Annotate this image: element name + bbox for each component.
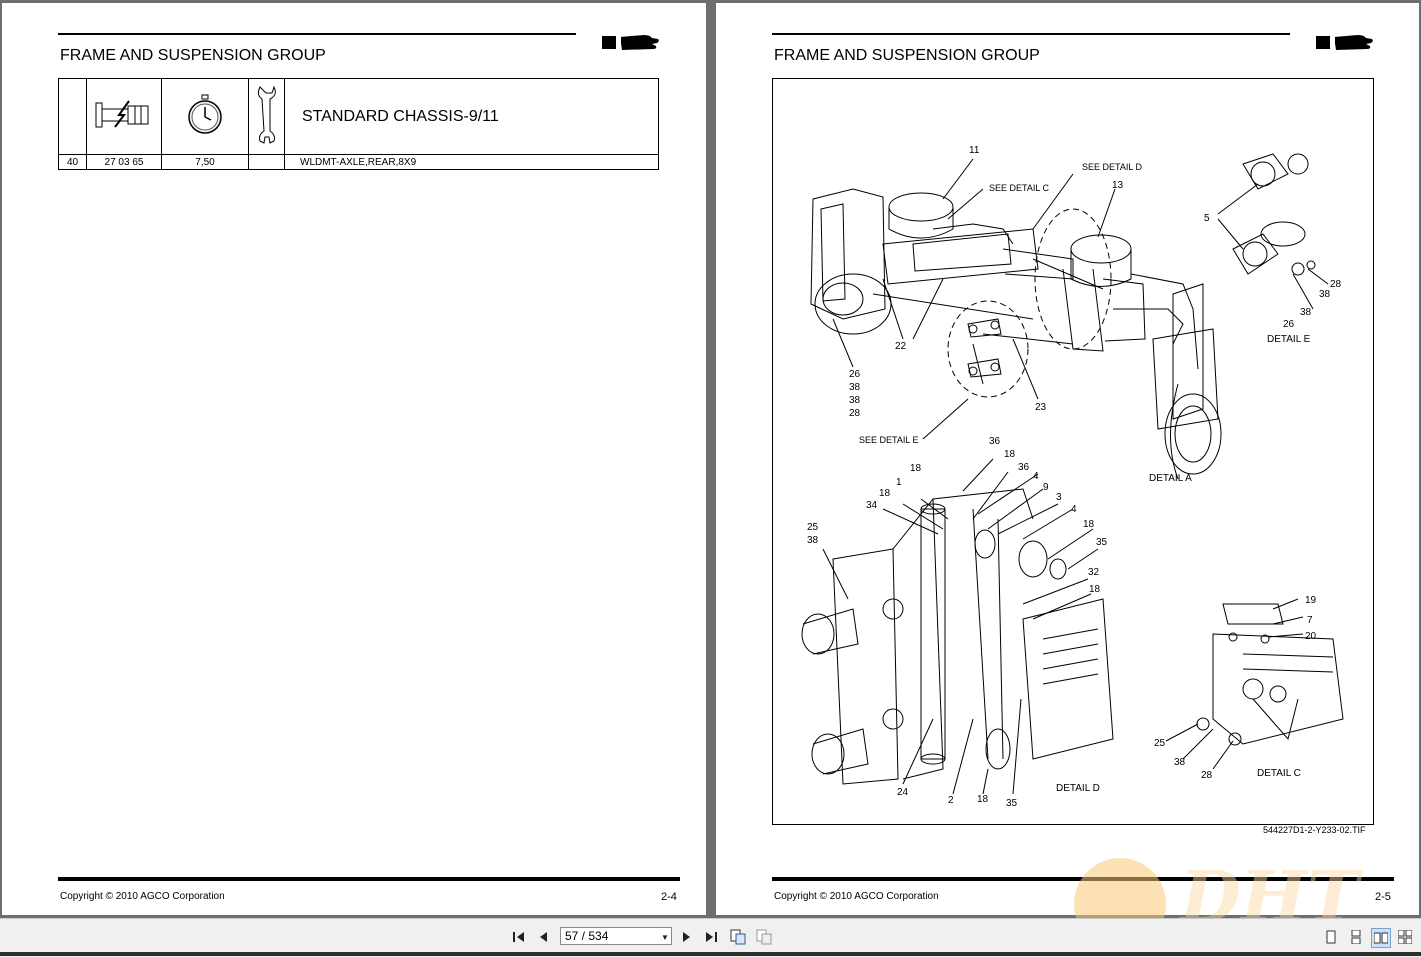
part-number-cell: 27 03 65 (86, 154, 162, 170)
callout-d-32: 32 (1088, 567, 1100, 578)
figure-id: 544227D1-2-Y233-02.TIF (1263, 825, 1366, 835)
callout-c-19: 19 (1305, 595, 1317, 606)
table-heading: STANDARD CHASSIS-9/11 (284, 78, 659, 155)
callout-c-20: 20 (1305, 631, 1317, 642)
callout-d-1: 1 (896, 477, 902, 488)
time-header-cell (161, 78, 249, 155)
callout-stack-26: 26 (849, 369, 861, 380)
continuous-view-icon[interactable] (1347, 928, 1365, 946)
callout-d-25: 25 (807, 522, 819, 533)
right-page: FRAME AND SUSPENSION GROUP 11 SEE DETAIL… (716, 3, 1419, 915)
callout-d-4b: 4 (1071, 504, 1077, 515)
callout-c-25: 25 (1154, 738, 1166, 749)
first-page-icon[interactable] (510, 928, 528, 946)
callout-stack-38b: 38 (849, 395, 861, 406)
facing-view-icon[interactable] (1371, 928, 1391, 948)
callout-stack-38: 38 (849, 382, 861, 393)
hand-logo-icon (1316, 35, 1373, 50)
detail-a-label: DETAIL A (1149, 473, 1192, 484)
callout-e-38b: 38 (1300, 307, 1312, 318)
callout-d-18b: 18 (910, 463, 922, 474)
page-dropdown-icon[interactable]: ▼ (659, 929, 671, 945)
single-page-view-icon[interactable] (1322, 928, 1340, 946)
see-detail-c-label: SEE DETAIL C (989, 183, 1050, 193)
callout-c-38: 38 (1174, 757, 1186, 768)
callout-d-18c: 18 (879, 488, 891, 499)
callout-d-18d: 18 (1083, 519, 1095, 530)
callout-e-38a: 38 (1319, 289, 1331, 300)
description-cell: WLDMT-AXLE,REAR,8X9 (284, 154, 659, 170)
callout-d-3: 3 (1056, 492, 1062, 503)
time-cell: 7,50 (161, 154, 249, 170)
callout-d-18f: 18 (977, 794, 989, 805)
callout-d-36b: 36 (1018, 462, 1030, 473)
detail-c-label: DETAIL C (1257, 768, 1301, 779)
callout-d-9: 9 (1043, 482, 1049, 493)
callout-e-28: 28 (1330, 279, 1342, 290)
callout-d-18a: 18 (1004, 449, 1016, 460)
callout-c-7: 7 (1307, 615, 1313, 626)
parts-table: STANDARD CHASSIS-9/11 40 27 03 65 7,50 W… (58, 78, 659, 170)
copy-view-icon[interactable] (729, 928, 747, 946)
callout-23: 23 (1035, 402, 1047, 413)
copyright: Copyright © 2010 AGCO Corporation (60, 891, 225, 902)
item-header-cell (58, 78, 87, 155)
callout-d-4a: 4 (1033, 471, 1039, 482)
exploded-view-figure: 11 SEE DETAIL C SEE DETAIL D 13 22 23 26… (772, 78, 1374, 825)
continuous-facing-view-icon[interactable] (1396, 928, 1414, 946)
next-page-icon[interactable] (677, 928, 695, 946)
callout-d-2: 2 (948, 795, 954, 806)
see-detail-e-label: SEE DETAIL E (859, 435, 919, 445)
callout-d-35a: 35 (1096, 537, 1108, 548)
group-title: FRAME AND SUSPENSION GROUP (60, 47, 326, 64)
copyright: Copyright © 2010 AGCO Corporation (774, 891, 939, 902)
paste-view-icon[interactable] (755, 928, 773, 946)
wrench-icon (257, 85, 276, 144)
callout-c-28: 28 (1201, 770, 1213, 781)
page-number: 2-4 (661, 891, 677, 903)
suspension-drawing (801, 153, 1344, 795)
callout-d-36a: 36 (989, 436, 1001, 447)
header-rule (58, 33, 576, 35)
prev-page-icon[interactable] (535, 928, 553, 946)
tool-header-cell (248, 78, 285, 155)
tool-electric-icon (95, 100, 149, 128)
page-number: 2-5 (1375, 891, 1391, 903)
tool-cell (248, 154, 285, 170)
status-strip (0, 952, 1421, 956)
callout-d-34: 34 (866, 500, 878, 511)
page-number-input[interactable]: 57 / 534 (560, 927, 672, 945)
detail-e-label: DETAIL E (1267, 334, 1311, 345)
detail-d-label: DETAIL D (1056, 783, 1100, 794)
callout-e-26: 26 (1283, 319, 1295, 330)
left-page: FRAME AND SUSPENSION GROUP STANDARD CHAS… (2, 3, 706, 915)
group-title: FRAME AND SUSPENSION GROUP (774, 47, 1040, 64)
footer-rule (772, 877, 1394, 881)
last-page-icon[interactable] (702, 928, 720, 946)
callout-d-18e: 18 (1089, 584, 1101, 595)
callout-11: 11 (969, 145, 980, 156)
header-rule (772, 33, 1290, 35)
callout-13: 13 (1112, 180, 1124, 191)
callout-d-38: 38 (807, 535, 819, 546)
item-cell: 40 (58, 154, 87, 170)
see-detail-d-label: SEE DETAIL D (1082, 162, 1143, 172)
footer-rule (58, 877, 680, 881)
callout-stack-28: 28 (849, 408, 861, 419)
part-number-header-cell (86, 78, 162, 155)
stopwatch-icon (188, 94, 222, 134)
hand-logo-icon (602, 35, 659, 50)
callout-22: 22 (895, 341, 907, 352)
callout-d-35b: 35 (1006, 798, 1018, 809)
callout-d-24: 24 (897, 787, 909, 798)
callout-5: 5 (1204, 213, 1210, 224)
